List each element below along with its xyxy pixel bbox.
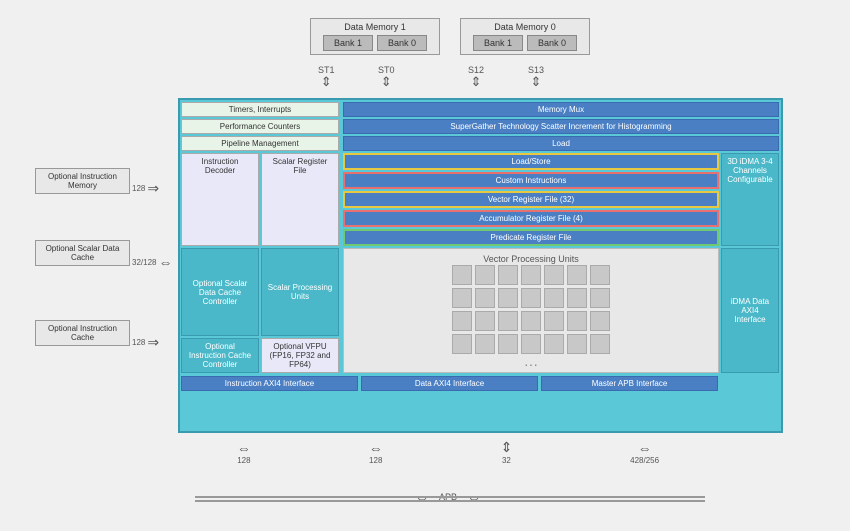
vpu-cell (452, 311, 472, 331)
performance-box: Performance Counters (181, 119, 339, 134)
instruction-decoder: Instruction Decoder (181, 153, 259, 246)
bottom-label-128b: 128 (369, 456, 382, 465)
axi-interface-row: Instruction AXI4 Interface Data AXI4 Int… (181, 376, 779, 391)
mem1-bank0-arrow: ST0 ⇕ (378, 65, 395, 88)
bottom-arrow-128a: ⇔ 128 (237, 440, 251, 465)
mem1-bank0: Bank 0 (377, 35, 427, 51)
vpu-cell (498, 288, 518, 308)
chip-content: Timers, Interrupts Performance Counters … (181, 102, 779, 430)
vpu-cell (475, 334, 495, 354)
idma-upper: 3D iDMA 3-4 Channels Configurable (721, 153, 779, 246)
vpu-cell (498, 311, 518, 331)
data-memory-1: Data Memory 1 Bank 1 Bank 0 (310, 18, 440, 55)
optional-instruction-cache: Optional Instruction Cache (35, 320, 130, 346)
vpu-cell (452, 334, 472, 354)
vpu-cell (567, 288, 587, 308)
vpu-cell (475, 265, 495, 285)
right-mux-col: Memory Mux SuperGather Technology Scatte… (343, 102, 779, 151)
idma-lower: iDMA Data AXI4 Interface (721, 248, 779, 373)
instr-vfpu-row: Optional Instruction Cache Controller Op… (181, 338, 339, 373)
bottom-label-32: 32 (502, 456, 511, 465)
accumulator-register-box: Accumulator Register File (4) (343, 210, 719, 227)
instruction-cache-controller: Optional Instruction Cache Controller (181, 338, 259, 373)
mem1-bank1: Bank 1 (323, 35, 373, 51)
timers-box: Timers, Interrupts (181, 102, 339, 117)
apb-line (195, 496, 705, 498)
bottom-arrow-428: ⇔ 428/256 (630, 440, 659, 465)
vector-register-box: Vector Register File (32) (343, 191, 719, 208)
processing-row: Optional Scalar Data Cache Controller Sc… (181, 248, 779, 373)
optional-instruction-memory: Optional Instruction Memory (35, 168, 130, 194)
memory-mux-box: Memory Mux (343, 102, 779, 117)
vpu-cell (590, 311, 610, 331)
bottom-label-428: 428/256 (630, 456, 659, 465)
idma-box: 3D iDMA 3-4 Channels Configurable (721, 153, 779, 246)
vpu-grid (452, 265, 610, 354)
vpu-cell (498, 265, 518, 285)
bottom-arrows-row: ⇔ 128 ⇔ 128 ⇕ 32 ⇔ 428/256 (178, 439, 718, 465)
bottom-arrow-128b: ⇔ 128 (369, 440, 383, 465)
vpu-ellipsis: ··· (524, 356, 538, 372)
vfpu-box: Optional VFPU (FP16, FP32 and FP64) (261, 338, 339, 373)
vpu-cell (567, 311, 587, 331)
custom-instructions-box: Custom Instructions (343, 172, 719, 189)
scalar-register-file: Scalar Register File (261, 153, 339, 246)
data-memory-0: Data Memory 0 Bank 1 Bank 0 (460, 18, 590, 55)
left-processing: Optional Scalar Data Cache Controller Sc… (181, 248, 339, 373)
scalar-processing-units: Scalar Processing Units (261, 248, 339, 336)
vpu-cell (590, 288, 610, 308)
mem1-bank1-arrow: ST1 ⇕ (318, 65, 335, 88)
vpu-cell (544, 311, 564, 331)
decoder-reg-row: Instruction Decoder Scalar Register File… (181, 153, 779, 246)
vpu-cell (590, 334, 610, 354)
vpu-cell (567, 334, 587, 354)
load-box: Load (343, 136, 779, 151)
load-store-box: Load/Store (343, 153, 719, 170)
vpu-cell (475, 311, 495, 331)
idma-data-interface: iDMA Data AXI4 Interface (721, 248, 779, 373)
mem1-title: Data Memory 1 (317, 22, 433, 32)
supergather-box: SuperGather Technology Scatter Increment… (343, 119, 779, 134)
scalar-cache-controller: Optional Scalar Data Cache Controller (181, 248, 259, 336)
vpu-cell (544, 334, 564, 354)
vpu-cell (521, 334, 541, 354)
vpu-cell (452, 265, 472, 285)
instr-memory-arrow: 128 ⇒ (132, 180, 159, 197)
vpu-cell (498, 334, 518, 354)
mem0-bank0-arrow: S13 ⇕ (528, 65, 544, 88)
scalar-cache-arrow: 32/128 ⇔ (132, 254, 172, 270)
vpu-title: Vector Processing Units (483, 254, 579, 264)
axi-instruction-interface: Instruction AXI4 Interface (181, 376, 358, 391)
top-controls-row: Timers, Interrupts Performance Counters … (181, 102, 779, 151)
vpu-cell (452, 288, 472, 308)
vpu-cell (521, 288, 541, 308)
bottom-arrow-32: ⇕ 32 (501, 439, 513, 465)
vpu-cell (475, 288, 495, 308)
vector-processing-units-area: Vector Processing Units (343, 248, 719, 373)
mem0-bank0: Bank 0 (527, 35, 577, 51)
mem0-bank1: Bank 1 (473, 35, 523, 51)
pipeline-box: Pipeline Management (181, 136, 339, 151)
vpu-cell (521, 265, 541, 285)
mem0-title: Data Memory 0 (467, 22, 583, 32)
bottom-label-128a: 128 (237, 456, 250, 465)
axi-data-interface: Data AXI4 Interface (361, 376, 538, 391)
apb-arrow-line (195, 500, 705, 502)
vpu-cell (521, 311, 541, 331)
vpu-cell (590, 265, 610, 285)
instr-cache-arrow: 128 ⇒ (132, 334, 159, 351)
vpu-cell (544, 265, 564, 285)
vpu-cell (567, 265, 587, 285)
vpu-cell (544, 288, 564, 308)
predicate-register-box: Predicate Register File (343, 229, 719, 246)
decoder-area: Instruction Decoder Scalar Register File (181, 153, 339, 246)
optional-scalar-data-cache: Optional Scalar Data Cache (35, 240, 130, 266)
cache-pu-row: Optional Scalar Data Cache Controller Sc… (181, 248, 339, 336)
axi-master-interface: Master APB Interface (541, 376, 718, 391)
left-controls: Timers, Interrupts Performance Counters … (181, 102, 339, 151)
mem0-bank1-arrow: S12 ⇕ (468, 65, 484, 88)
register-files: Load/Store Custom Instructions Vector Re… (343, 153, 719, 246)
